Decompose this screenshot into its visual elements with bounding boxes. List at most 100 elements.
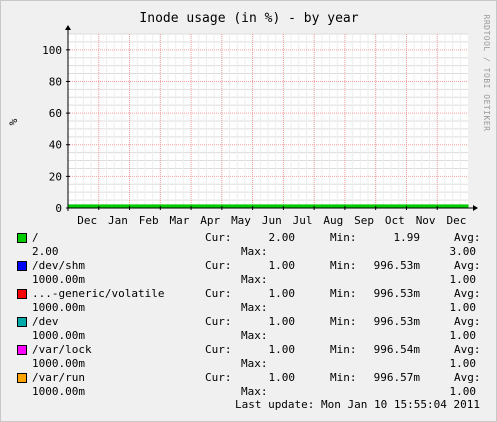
y-axis-arrow bbox=[65, 25, 71, 30]
legend-avg-label: Avg: bbox=[454, 371, 481, 384]
x-tick-label: Oct bbox=[385, 214, 405, 227]
legend-min-value: 996.54m bbox=[373, 343, 420, 356]
legend-cur-label: Cur: bbox=[205, 315, 232, 328]
legend-max-value: 1000.00m bbox=[32, 357, 85, 370]
legend-row: /dev/shm Cur: 1.00 Min: 996.53m Avg: bbox=[1, 259, 497, 273]
legend-cur-value: 1.00 bbox=[268, 343, 296, 356]
y-axis-label: % bbox=[7, 118, 20, 125]
last-update: Last update: Mon Jan 10 15:55:04 2011 bbox=[234, 398, 480, 411]
legend-min-label: Min: bbox=[330, 343, 357, 356]
x-axis-arrow bbox=[473, 205, 478, 211]
legend-avg-value: 1.00 bbox=[449, 301, 477, 314]
legend-max-value: 1000.00m bbox=[32, 329, 85, 342]
y-tick-label: 20 bbox=[49, 170, 62, 183]
legend-cur-label: Cur: bbox=[205, 371, 232, 384]
legend-avg-label: Avg: bbox=[454, 231, 481, 244]
legend-series-name: /dev bbox=[32, 315, 59, 328]
legend-cur-label: Cur: bbox=[205, 259, 232, 272]
legend-avg-label: Avg: bbox=[454, 287, 481, 300]
y-tick-label: 80 bbox=[49, 75, 62, 88]
legend-swatch bbox=[17, 261, 27, 271]
legend-cur-value: 1.00 bbox=[268, 287, 296, 300]
legend-max-label: Max: bbox=[241, 301, 268, 314]
legend-max-value: 1000.00m bbox=[32, 273, 85, 286]
x-tick-label: May bbox=[231, 214, 251, 227]
legend-series-name: /dev/shm bbox=[32, 259, 85, 272]
legend-cur-label: Cur: bbox=[205, 343, 232, 356]
legend-min-value: 996.57m bbox=[373, 371, 420, 384]
legend-max-label: Max: bbox=[241, 245, 268, 258]
legend-series-name: /var/run bbox=[32, 371, 85, 384]
legend-cur-label: Cur: bbox=[205, 287, 232, 300]
y-tick-label: 40 bbox=[49, 139, 62, 152]
legend-row-continued: 1000.00m Max: 1.00 bbox=[1, 357, 497, 371]
graph-frame: 0 20 40 60 80 100 Dec Jan Feb Mar Apr May Jun Jul Aug… bbox=[0, 0, 497, 422]
legend-max-value: 1000.00m bbox=[32, 385, 85, 398]
legend-min-label: Min: bbox=[330, 231, 357, 244]
legend-cur-label: Cur: bbox=[205, 231, 232, 244]
legend-max-label: Max: bbox=[241, 329, 268, 342]
legend-row: /var/run Cur: 1.00 Min: 996.57m Avg: bbox=[1, 371, 497, 385]
legend-max-label: Max: bbox=[241, 385, 268, 398]
legend-max-label: Max: bbox=[241, 273, 268, 286]
legend-avg-value: 1.00 bbox=[449, 385, 477, 398]
legend-row: ...-generic/volatile Cur: 1.00 Min: 996.53m A… bbox=[1, 287, 497, 301]
legend-series-name: ...-generic/volatile bbox=[32, 287, 165, 300]
legend-avg-value: 1.00 bbox=[449, 329, 477, 342]
legend-min-value: 996.53m bbox=[373, 287, 420, 300]
legend-series-name: /var/lock bbox=[32, 343, 92, 356]
x-tick-label: Feb bbox=[139, 214, 159, 227]
rrdtool-credit: RRDTOOL / TOBI OETIKER bbox=[482, 15, 491, 132]
legend-min-label: Min: bbox=[330, 371, 357, 384]
legend-avg-value: 3.00 bbox=[449, 245, 477, 258]
x-tick-label: Nov bbox=[416, 214, 436, 227]
legend-avg-label: Avg: bbox=[454, 259, 481, 272]
legend-swatch bbox=[17, 373, 27, 383]
y-tick-label: 60 bbox=[49, 107, 62, 120]
x-tick-label: Aug bbox=[323, 214, 343, 227]
legend-row-continued: 1000.00m Max: 1.00 bbox=[1, 385, 497, 399]
x-tick-label: Jul bbox=[293, 214, 313, 227]
legend-swatch bbox=[17, 317, 27, 327]
x-tick-label: Sep bbox=[354, 214, 374, 227]
x-tick-label: Jan bbox=[108, 214, 128, 227]
legend-cur-value: 1.00 bbox=[268, 315, 296, 328]
x-tick-label: Dec bbox=[77, 214, 97, 227]
legend-min-label: Min: bbox=[330, 315, 357, 328]
y-tick-labels: 0 20 40 60 80 100 bbox=[42, 44, 62, 215]
legend-row-continued: 1000.00m Max: 1.00 bbox=[1, 301, 497, 315]
legend-min-value: 996.53m bbox=[373, 315, 420, 328]
legend-row: /var/lock Cur: 1.00 Min: 996.54m Avg: bbox=[1, 343, 497, 357]
legend-avg-label: Avg: bbox=[454, 343, 481, 356]
legend-min-value: 1.99 bbox=[393, 231, 421, 244]
x-tick-label: Jun bbox=[262, 214, 282, 227]
x-tick-label: Mar bbox=[170, 214, 190, 227]
legend-cur-value: 1.00 bbox=[268, 259, 296, 272]
legend-max-label: Max: bbox=[241, 357, 268, 370]
y-tick-label: 100 bbox=[42, 44, 62, 57]
legend-avg-value: 1.00 bbox=[449, 357, 477, 370]
legend-row-continued: 1000.00m Max: 1.00 bbox=[1, 273, 497, 287]
legend-row: /dev Cur: 1.00 Min: 996.53m Avg: bbox=[1, 315, 497, 329]
y-tick-label: 0 bbox=[55, 202, 62, 215]
legend-min-label: Min: bbox=[330, 259, 357, 272]
legend-cur-value: 1.00 bbox=[268, 371, 296, 384]
legend-cur-value: 2.00 bbox=[268, 231, 296, 244]
legend-max-value: 1000.00m bbox=[32, 301, 85, 314]
legend-swatch bbox=[17, 233, 27, 243]
legend-avg-label: Avg: bbox=[454, 315, 481, 328]
x-tick-labels: Dec Jan Feb Mar Apr May Jun Jul Aug Sep Oct Nov Dec bbox=[77, 214, 466, 227]
inode-usage-chart: 0 20 40 60 80 100 Dec Jan Feb Mar Apr May Jun Jul Aug… bbox=[7, 11, 491, 227]
chart-title: Inode usage (in %) - by year bbox=[139, 11, 358, 26]
legend-row-continued: 2.00 Max: 3.00 bbox=[1, 245, 497, 259]
legend-swatch bbox=[17, 345, 27, 355]
legend-min-value: 996.53m bbox=[373, 259, 420, 272]
legend-max-value: 2.00 bbox=[32, 245, 59, 258]
legend-swatch bbox=[17, 289, 27, 299]
legend-min-label: Min: bbox=[330, 287, 357, 300]
legend-series-name: / bbox=[32, 231, 39, 244]
x-tick-label: Apr bbox=[200, 214, 220, 227]
legend-row-continued: 1000.00m Max: 1.00 bbox=[1, 329, 497, 343]
legend-row: / Cur: 2.00 Min: 1.99 Avg: bbox=[1, 231, 497, 245]
x-tick-label: Dec bbox=[446, 214, 466, 227]
